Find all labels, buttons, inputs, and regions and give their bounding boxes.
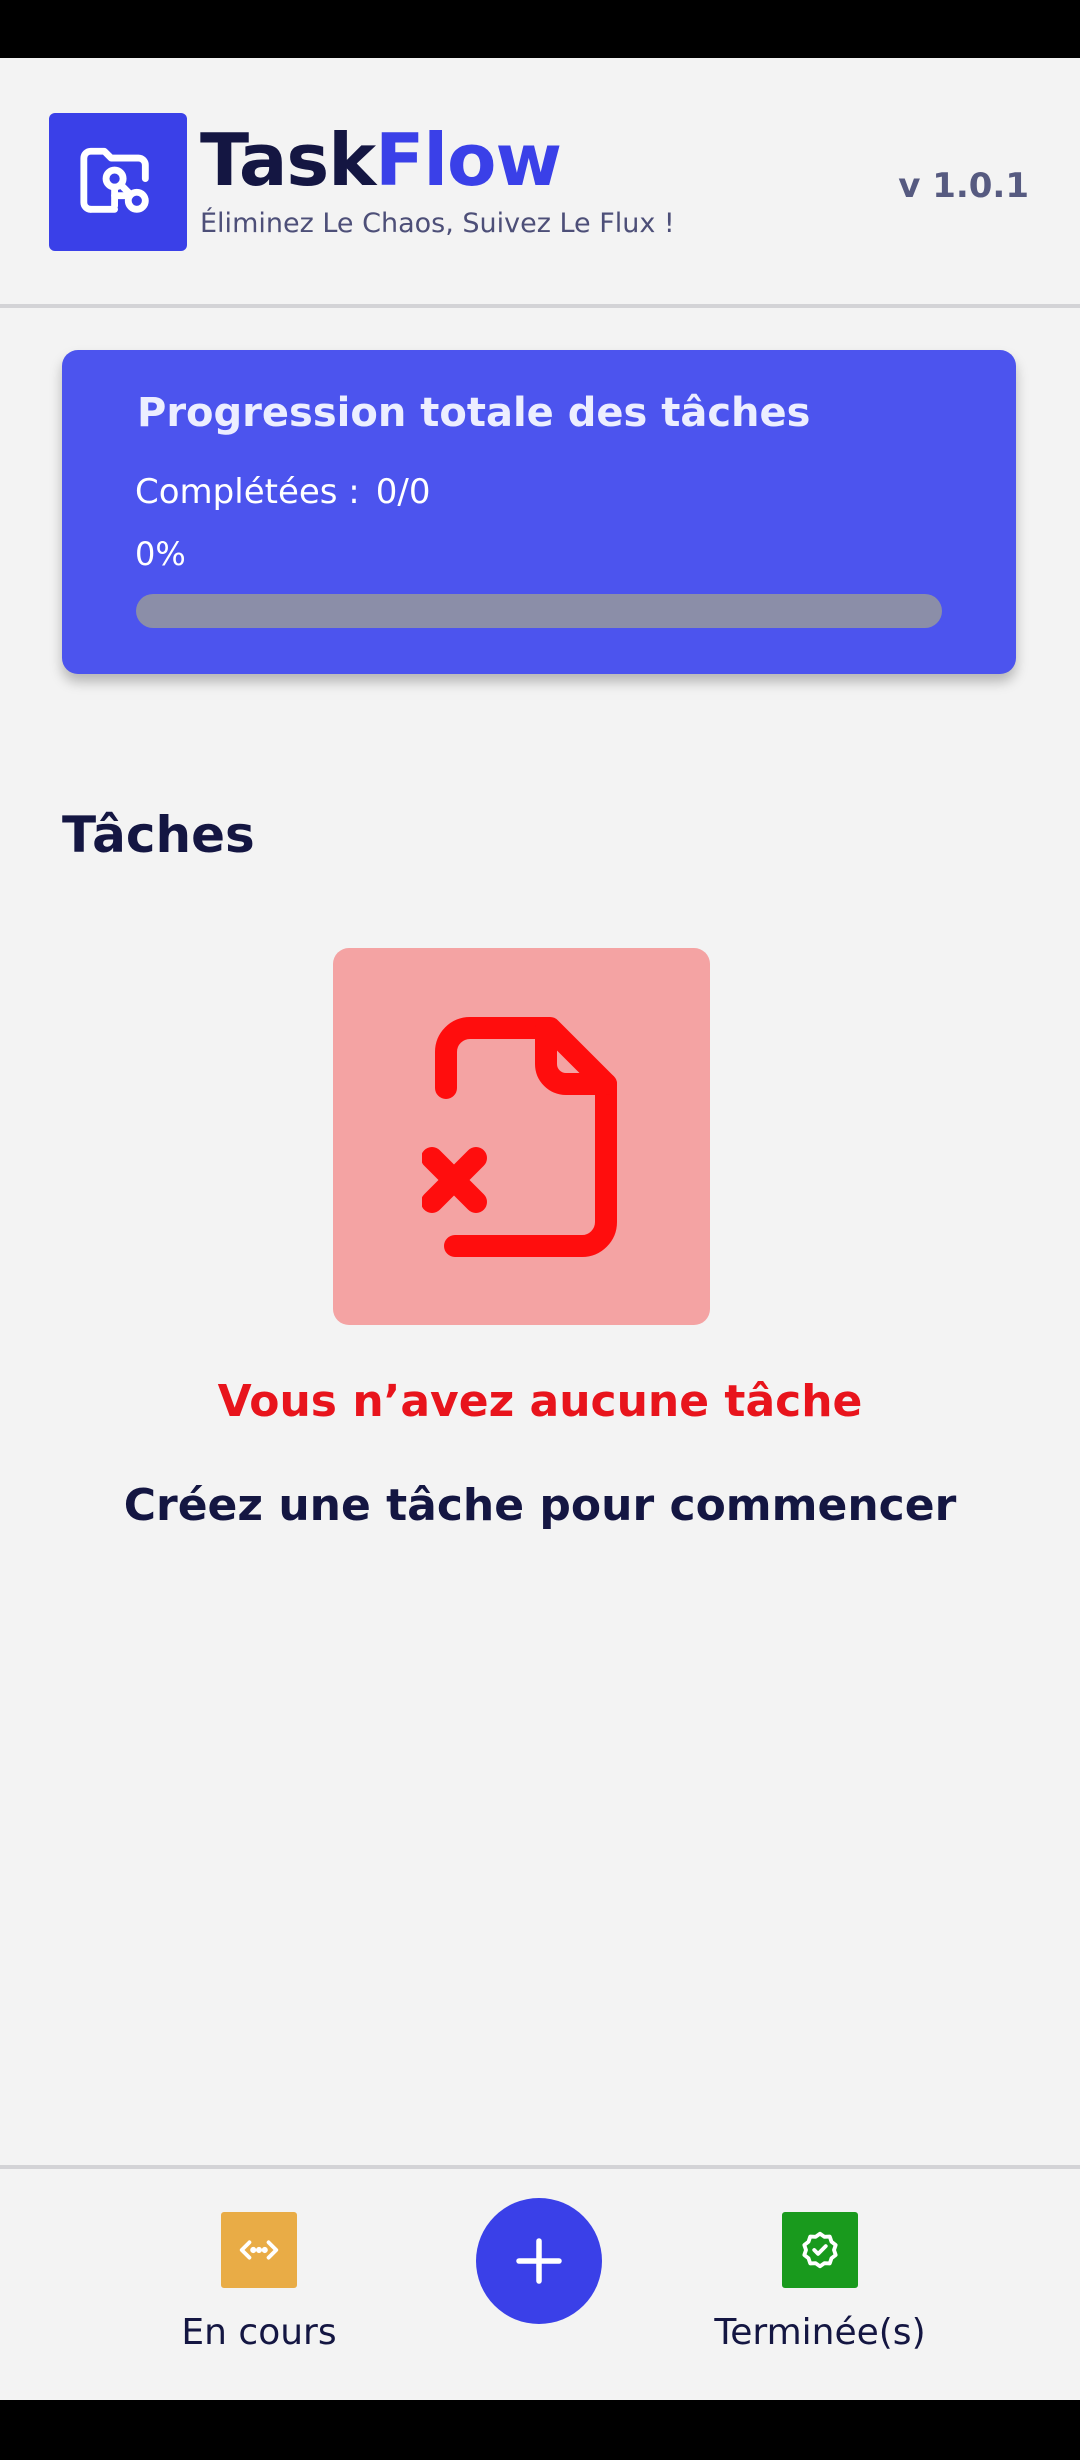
version-label: v 1.0.1 [898,166,1029,206]
system-navigation-bar [0,2400,1080,2460]
progress-percent: 0% [135,535,186,573]
progress-bar [136,594,942,628]
folder-key-icon [49,113,187,251]
progress-title: Progression totale des tâches [137,390,811,436]
file-x-icon [421,1016,617,1257]
app-header: TaskFlow Éliminez Le Chaos, Suivez Le Fl… [0,58,1080,306]
add-task-button[interactable] [476,2198,602,2324]
completed-value: 0/0 [375,472,431,512]
progress-count: Complétées : 0/0 [135,472,430,512]
phone-screen: TaskFlow Éliminez Le Chaos, Suivez Le Fl… [0,0,1080,2460]
completed-label: Complétées : [135,472,360,512]
nav-done-button[interactable]: Terminée(s) [690,2212,950,2353]
app-title-part2: Flow [375,118,562,202]
bottom-nav-divider [0,2165,1080,2169]
code-dots-icon [221,2212,297,2288]
tasks-section-title: Tâches [62,806,255,864]
check-badge-icon [782,2212,858,2288]
app-title: TaskFlow [200,118,562,202]
nav-ongoing-label: En cours [181,2312,337,2353]
app-content: TaskFlow Éliminez Le Chaos, Suivez Le Fl… [0,58,1080,2400]
progress-card: Progression totale des tâches Complétées… [62,350,1016,674]
empty-state-subtitle: Créez une tâche pour commencer [123,1480,957,1531]
header-divider [0,304,1080,308]
status-bar [0,0,1080,58]
app-tagline: Éliminez Le Chaos, Suivez Le Flux ! [200,208,675,239]
empty-state-illustration [333,948,710,1325]
app-title-part1: Task [200,118,376,202]
empty-state-title: Vous n’avez aucune tâche [217,1376,863,1427]
nav-done-label: Terminée(s) [714,2312,926,2353]
nav-ongoing-button[interactable]: En cours [129,2212,389,2353]
plus-icon [516,2238,562,2284]
